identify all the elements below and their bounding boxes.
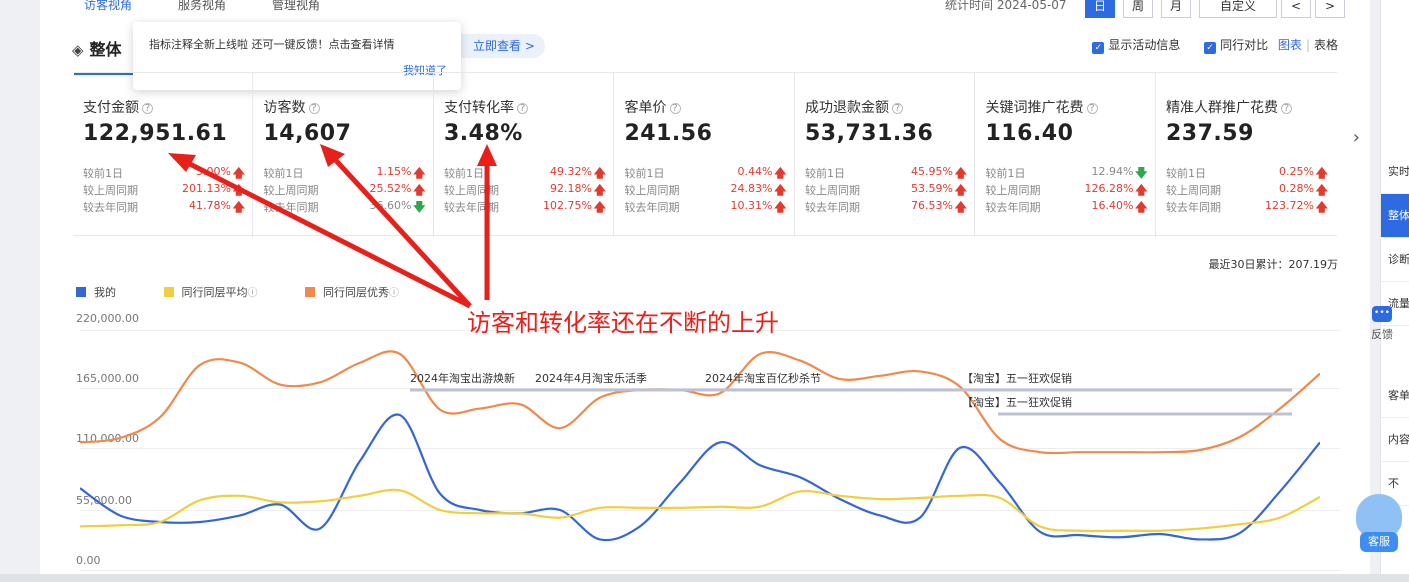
page: 访客视角 服务视角 管理视角 统计时间 2024-05-07 日 周 月 自定义… — [0, 0, 1409, 582]
annotation-arrow — [328, 152, 472, 308]
annotation-arrow — [180, 157, 472, 309]
annotation-text: 访客和转化率还在不断的上升 — [467, 309, 779, 337]
bottom-scrollbar[interactable] — [0, 574, 1409, 582]
annotation-arrows — [168, 144, 497, 309]
arrowhead — [477, 144, 497, 166]
